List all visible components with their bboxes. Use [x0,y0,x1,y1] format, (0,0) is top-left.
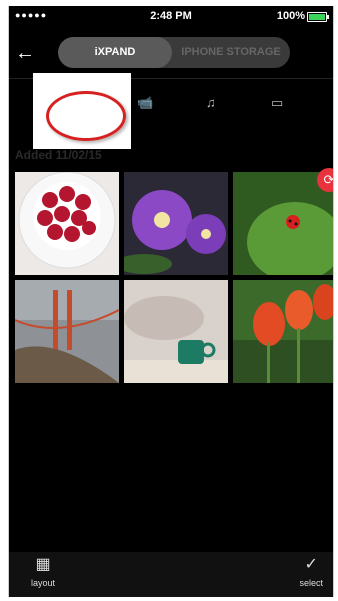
select-button[interactable]: ✓ select [299,556,323,588]
photo-coffee-cup[interactable] [124,280,228,383]
tab-ixpand[interactable]: iXPAND [58,37,172,68]
bottom-toolbar: ▦ layout ✓ select [9,552,333,597]
checkmark-icon: ✓ [304,556,318,573]
back-arrow-icon[interactable]: ← [15,42,35,65]
status-bar: ●●●●● 2:48 PM 100% [9,6,333,26]
layout-label: layout [31,578,56,588]
group-date-label: Added 11/02/15 [15,148,102,162]
music-note-icon[interactable]: ♫ [206,95,216,110]
folder-icon[interactable]: ▭ [271,95,283,111]
battery-percent: 100% [276,10,305,22]
annotation-highlight-circle [46,91,126,141]
battery-fill [309,14,325,20]
photo-raspberries[interactable] [15,172,119,275]
storage-segmented-control: iXPAND IPHONE STORAGE [58,37,290,68]
phone-screen: ●●●●● 2:48 PM 100% ← iXPAND IPHONE STORA… [8,6,334,597]
purple-flowers-image [124,172,228,275]
tulips-image [233,280,333,383]
layout-button[interactable]: ▦ layout [31,556,55,588]
raspberries-image [15,172,119,275]
video-camera-icon[interactable]: 📹 [137,95,153,111]
tab-iphone-storage[interactable]: IPHONE STORAGE [172,37,290,68]
select-label: select [299,578,323,588]
battery-icon [307,12,329,22]
refresh-icon[interactable]: ⟳ [317,168,333,192]
photo-golden-gate-bridge[interactable] [15,280,119,383]
photo-purple-flowers[interactable] [124,172,228,275]
photo-tulips[interactable] [233,280,333,383]
coffee-cup-image [124,280,228,383]
golden-gate-bridge-image [15,280,119,383]
layout-icon: ▦ [35,556,51,573]
